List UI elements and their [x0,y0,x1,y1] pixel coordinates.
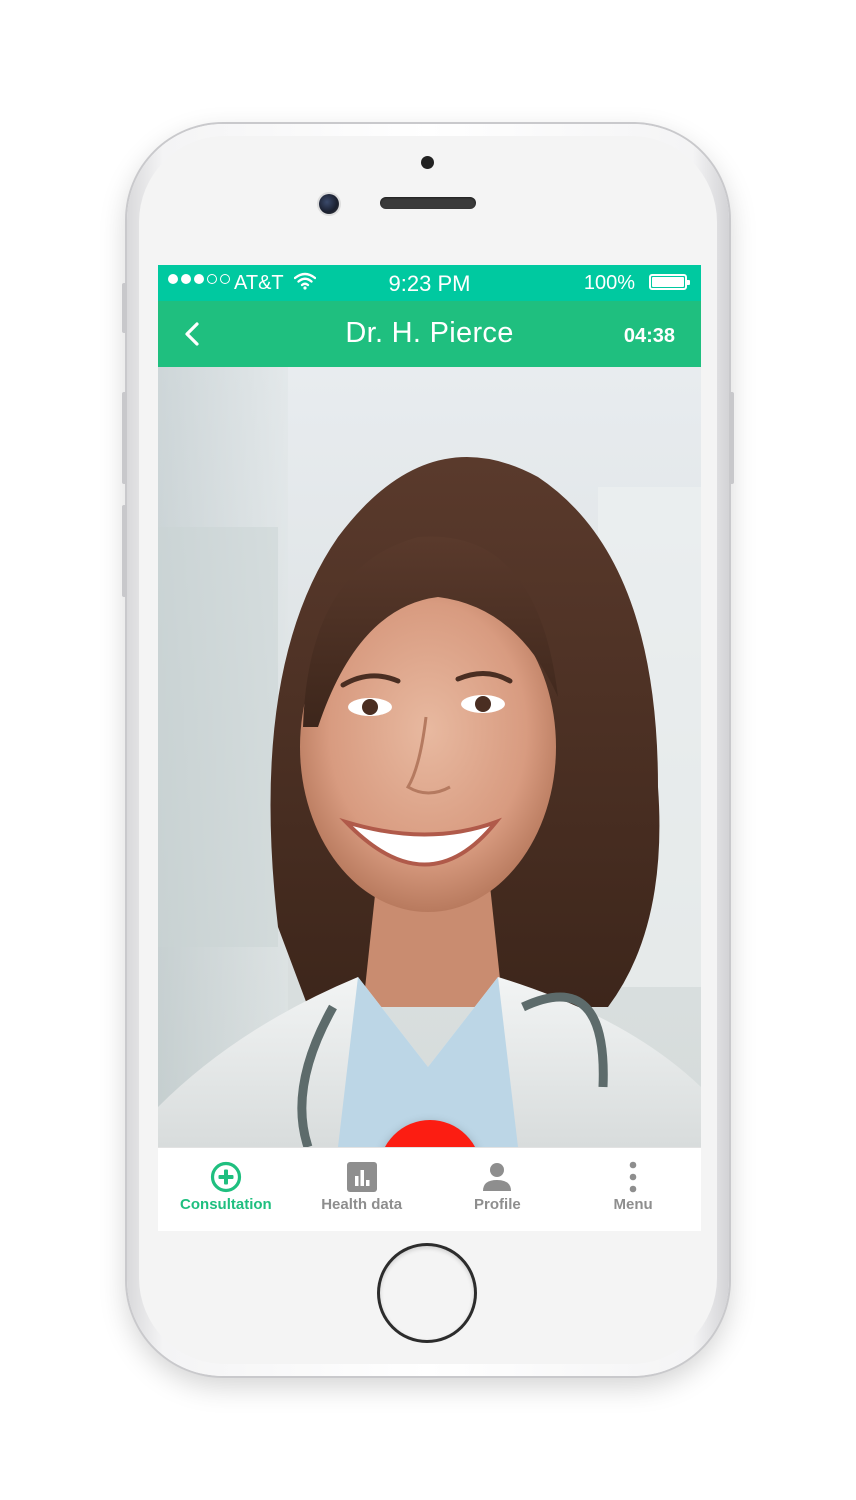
tab-menu[interactable]: Menu [565,1148,701,1231]
tab-label: Consultation [180,1196,272,1213]
mute-switch [122,283,127,333]
doctor-video-image [158,457,701,1147]
battery-icon [649,274,690,290]
plus-circle-icon [209,1160,243,1194]
tab-label: Profile [474,1196,521,1213]
volume-up-button [122,392,127,484]
proximity-sensor [421,156,434,169]
home-button[interactable] [380,1246,474,1340]
call-header: Dr. H. Pierce 04:38 [158,301,701,367]
tab-profile[interactable]: Profile [430,1148,566,1231]
person-icon [480,1160,514,1194]
earpiece-speaker [380,197,476,209]
bottom-tab-bar: Consultation Health data Profile Menu [158,1147,701,1231]
more-vertical-icon [616,1160,650,1194]
power-button [729,392,734,484]
app-screen: AT&T 9:23 PM 100% Dr. H. Pierce 04:38 Co… [158,265,701,1231]
tab-label: Menu [613,1196,653,1213]
tab-label: Health data [321,1196,403,1213]
volume-down-button [122,505,127,597]
video-feed [158,367,701,1147]
device-mockup: AT&T 9:23 PM 100% Dr. H. Pierce 04:38 Co… [0,0,856,1500]
tab-consultation[interactable]: Consultation [158,1148,294,1231]
front-camera [319,194,339,214]
doctor-name: Dr. H. Pierce [345,317,514,349]
status-bar: AT&T 9:23 PM 100% [158,265,701,301]
bar-chart-icon [345,1160,379,1194]
call-timer: 04:38 [623,325,675,347]
tab-health-data[interactable]: Health data [294,1148,430,1231]
battery-percentage: 100% [583,272,635,294]
